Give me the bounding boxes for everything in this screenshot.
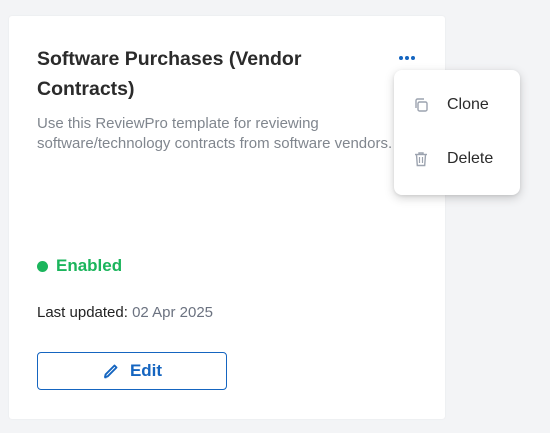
more-options-button[interactable] [394,48,420,68]
status-dot-icon [37,260,48,272]
last-updated: Last updated: 02 Apr 2025 [37,304,213,321]
card-title: Software Purchases (Vendor Contracts) [37,48,302,100]
pencil-icon [103,364,118,379]
menu-item-delete-label: Delete [447,150,494,167]
last-updated-date: 02 Apr 2025 [132,304,213,321]
trash-icon [415,152,427,167]
menu-item-delete[interactable]: Delete [394,138,520,180]
edit-button[interactable]: Edit [37,352,227,390]
status-label: Enabled [56,256,123,275]
menu-item-clone-label: Clone [447,96,489,113]
edit-button-label: Edit [129,361,163,380]
template-card: Software Purchases (Vendor Contracts) Us… [9,16,445,419]
last-updated-label: Last updated: [37,304,128,321]
status-indicator: Enabled [37,256,122,276]
ellipsis-icon [399,56,415,60]
copy-icon [415,98,428,112]
context-menu: Clone Delete [394,70,520,195]
menu-item-clone[interactable]: Clone [394,84,520,126]
card-description: Use this ReviewPro template for reviewin… [37,115,393,152]
